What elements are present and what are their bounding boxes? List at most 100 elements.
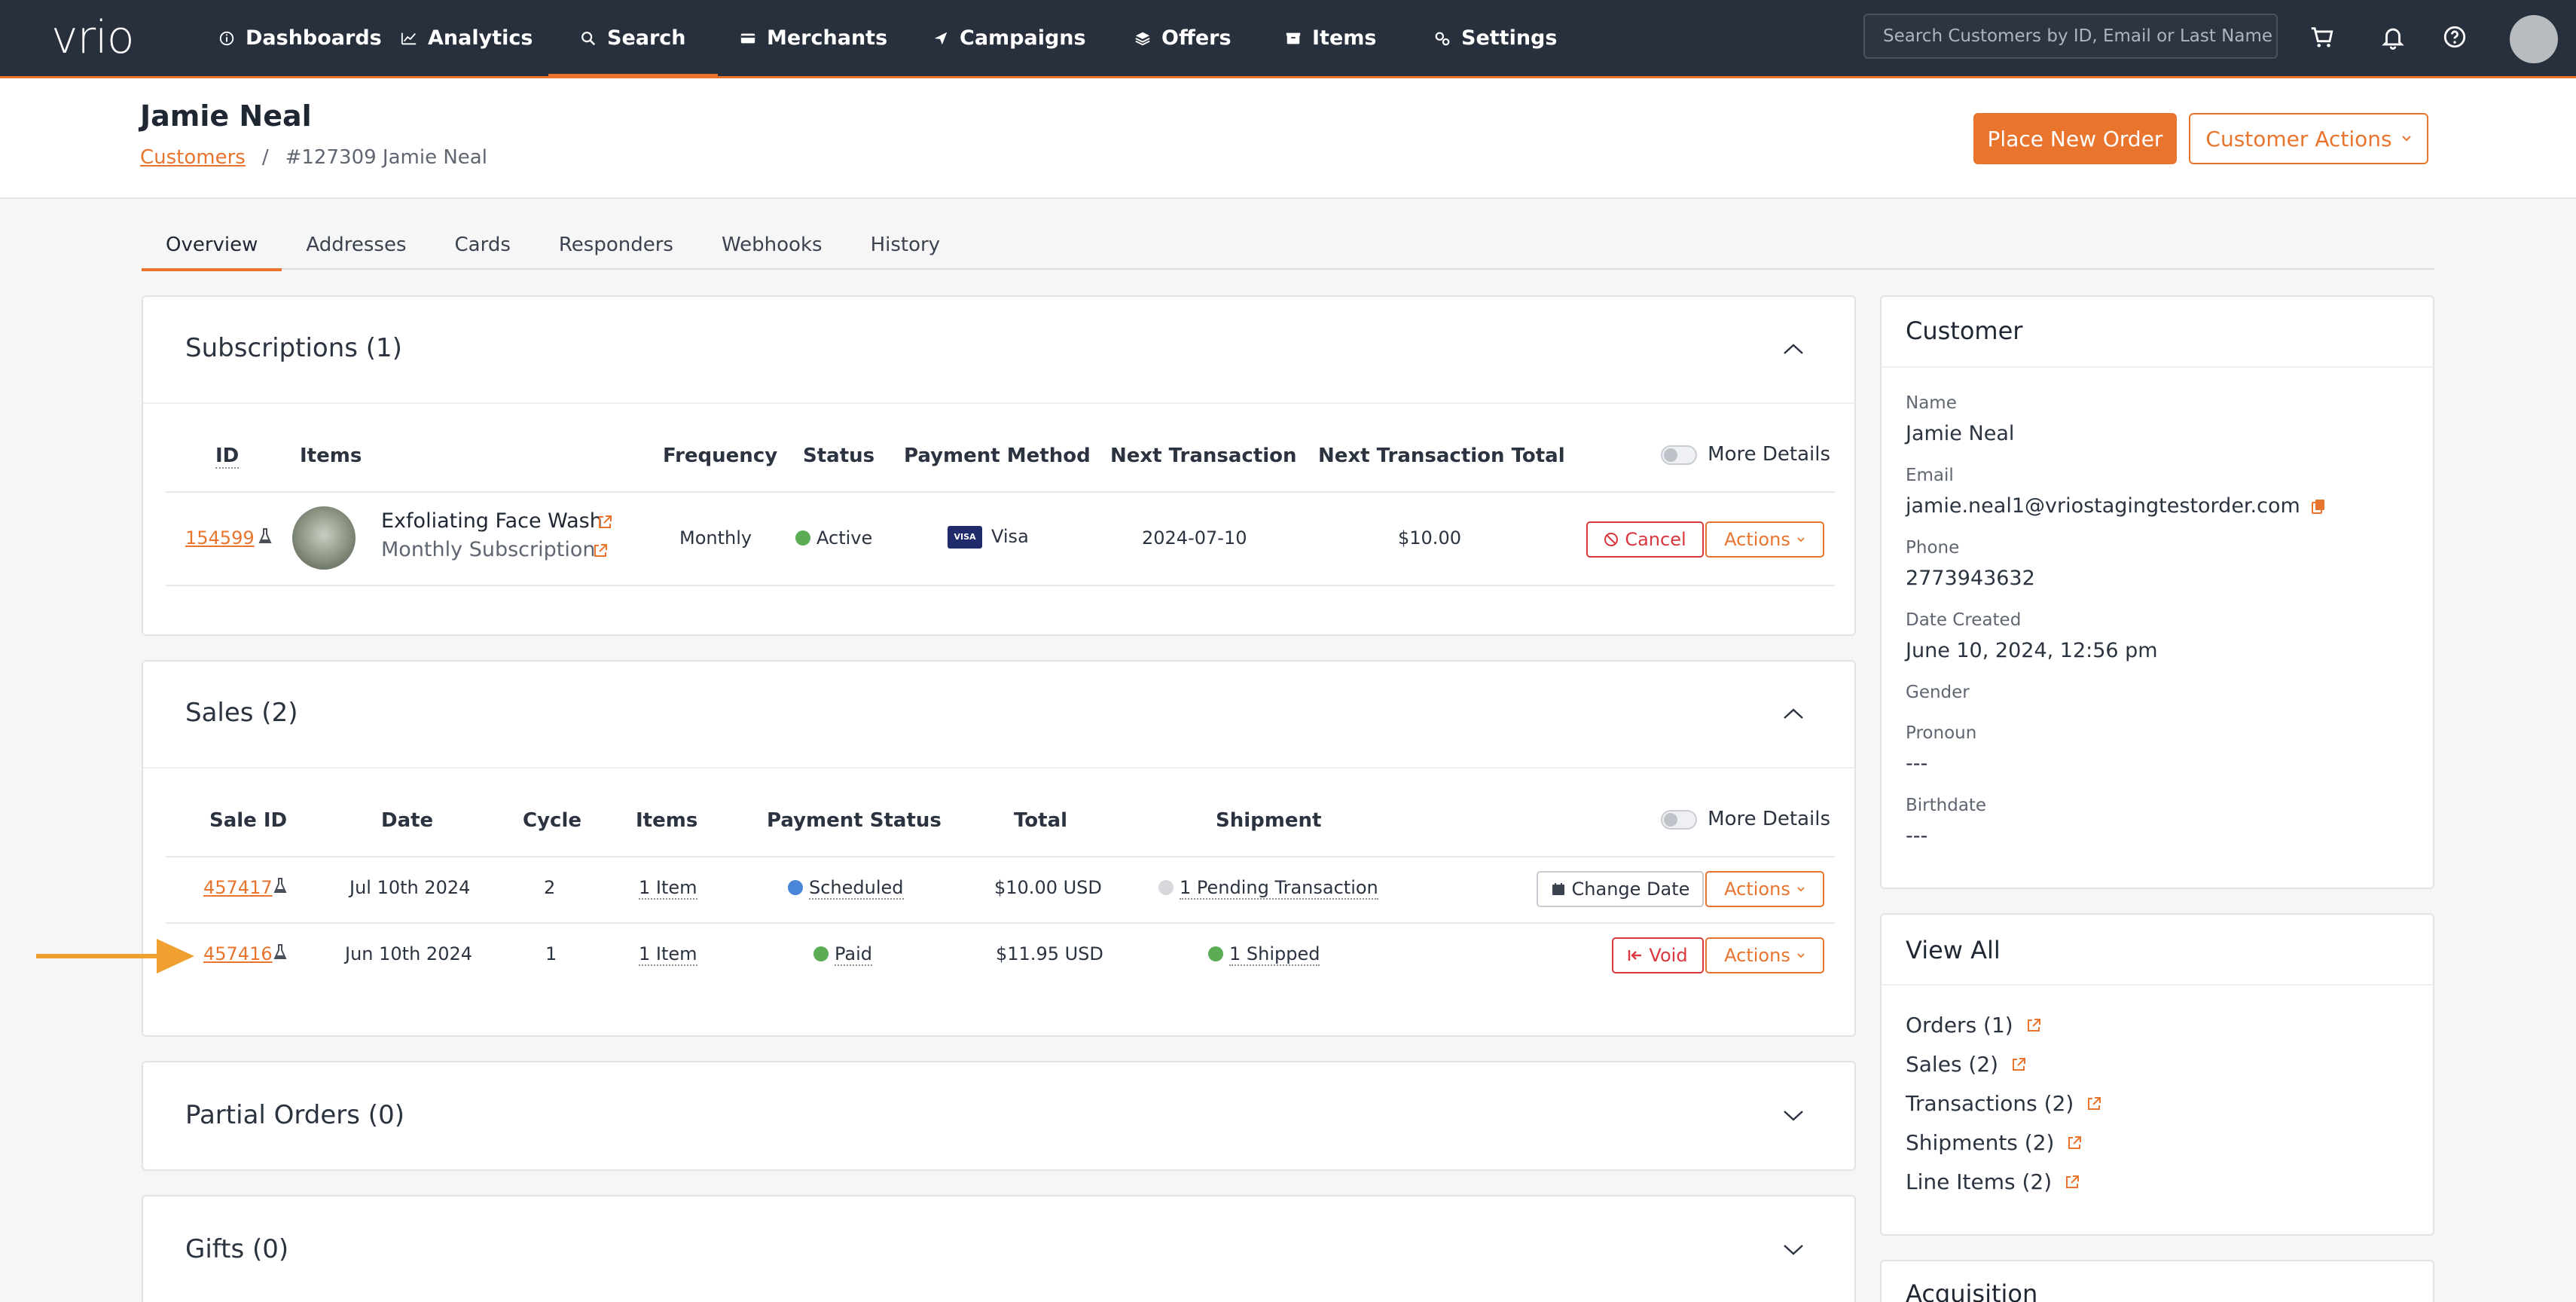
column-header-date: Date: [381, 809, 434, 832]
line-chart-icon: [401, 32, 417, 44]
nav-items[interactable]: Items: [1285, 0, 1376, 76]
tab-history[interactable]: History: [847, 223, 965, 270]
status-dot: [1158, 880, 1174, 895]
chevron-up-icon[interactable]: [1782, 342, 1805, 356]
test-flask-icon: [258, 528, 272, 543]
customer-panel: Customer Name Jamie Neal Email jamie.nea…: [1880, 295, 2434, 889]
column-header-id[interactable]: ID: [215, 445, 240, 469]
top-navigation-bar: vrio Dashboards Analytics Search Merchan…: [0, 0, 2576, 78]
cancel-subscription-button[interactable]: Cancel: [1586, 521, 1704, 558]
view-all-line-items-link[interactable]: Line Items (2): [1906, 1169, 2080, 1194]
payment-method-text: Visa: [991, 526, 1029, 547]
more-details-toggle[interactable]: More Details: [904, 808, 1830, 830]
sale-date: Jun 10th 2024: [345, 943, 472, 964]
place-new-order-button[interactable]: Place New Order: [1973, 113, 2177, 164]
view-all-transactions-link[interactable]: Transactions (2): [1906, 1091, 2102, 1116]
column-header-frequency: Frequency: [663, 445, 778, 467]
partial-orders-card: Partial Orders (0): [142, 1061, 1856, 1171]
subscriptions-title: Subscriptions (1): [185, 333, 402, 363]
customer-search-input[interactable]: Search Customers by ID, Email or Last Na…: [1863, 14, 2278, 59]
chevron-down-icon[interactable]: [1782, 1243, 1805, 1257]
toggle-switch[interactable]: [1661, 445, 1698, 465]
sale-payment-status[interactable]: Paid: [813, 943, 873, 966]
view-all-panel: View All Orders (1) Sales (2) Transactio…: [1880, 913, 2434, 1236]
nav-analytics[interactable]: Analytics: [401, 0, 533, 76]
sale-items[interactable]: 1 Item: [639, 943, 697, 966]
divider: [166, 856, 1835, 857]
cart-icon[interactable]: [2309, 24, 2335, 50]
nav-dashboards[interactable]: Dashboards: [218, 0, 382, 76]
divider: [166, 922, 1835, 924]
tab-responders[interactable]: Responders: [535, 223, 697, 270]
nav-search[interactable]: Search: [548, 0, 718, 78]
actions-label: Actions: [1724, 529, 1790, 550]
column-header-status: Status: [803, 445, 875, 467]
chevron-up-icon[interactable]: [1782, 707, 1805, 720]
subscription-item-subtitle[interactable]: Monthly Subscription: [381, 538, 595, 561]
field-label: Phone: [1906, 538, 1960, 558]
copy-icon[interactable]: [2311, 498, 2326, 515]
chevron-down-icon: [1797, 953, 1805, 958]
box-icon: [1286, 32, 1301, 44]
customer-email: jamie.neal1@vriostagingtestorder.com: [1906, 494, 2326, 518]
sale-shipment[interactable]: 1 Pending Transaction: [1158, 877, 1378, 900]
nav-offers[interactable]: Offers: [1134, 0, 1232, 76]
link-label: Line Items (2): [1906, 1169, 2053, 1194]
sale-shipment[interactable]: 1 Shipped: [1208, 943, 1320, 966]
toggle-switch[interactable]: [1661, 809, 1698, 830]
nav-label: Search: [607, 26, 686, 50]
divider: [1882, 366, 2433, 368]
sale-payment-status[interactable]: Scheduled: [788, 877, 904, 900]
breadcrumb-customers-link[interactable]: Customers: [140, 146, 246, 169]
nav-settings[interactable]: Settings: [1434, 0, 1557, 76]
page-title: Jamie Neal: [140, 99, 312, 133]
link-label: Shipments (2): [1906, 1130, 2055, 1155]
credit-card-icon: [740, 33, 755, 43]
nav-merchants[interactable]: Merchants: [740, 0, 887, 76]
nav-label: Merchants: [767, 26, 888, 50]
subscription-status: Active: [795, 527, 872, 549]
partial-orders-title: Partial Orders (0): [185, 1100, 404, 1130]
sale-date: Jul 10th 2024: [349, 877, 471, 898]
annotation-arrow-icon: [36, 939, 194, 973]
vrio-logo[interactable]: vrio: [51, 15, 135, 60]
external-link-icon[interactable]: [592, 542, 609, 559]
view-all-orders-link[interactable]: Orders (1): [1906, 1013, 2042, 1038]
customer-actions-button[interactable]: Customer Actions: [2189, 113, 2428, 164]
acquisition-panel: Acquisition: [1880, 1260, 2434, 1302]
bell-icon[interactable]: [2380, 24, 2406, 50]
sales-card: Sales (2) Sale ID Date Cycle Items Payme…: [142, 660, 1856, 1037]
chevron-down-icon[interactable]: [1782, 1109, 1805, 1123]
subscription-id-link[interactable]: 154599: [185, 527, 255, 549]
avatar[interactable]: [2510, 15, 2558, 63]
change-date-button[interactable]: Change Date: [1537, 871, 1704, 907]
more-details-toggle[interactable]: More Details: [904, 443, 1830, 466]
tab-overview[interactable]: Overview: [142, 223, 282, 271]
tab-addresses[interactable]: Addresses: [282, 223, 430, 270]
tab-cards[interactable]: Cards: [431, 223, 535, 270]
column-header-cycle: Cycle: [523, 809, 581, 832]
tab-webhooks[interactable]: Webhooks: [697, 223, 847, 270]
more-details-label: More Details: [1708, 808, 1830, 830]
external-link-icon: [2013, 1057, 2026, 1071]
sale-id-link[interactable]: 457416: [203, 943, 273, 964]
subscription-actions-button[interactable]: Actions: [1705, 521, 1824, 558]
external-link-icon[interactable]: [597, 514, 613, 530]
customer-email-value: jamie.neal1@vriostagingtestorder.com: [1906, 494, 2300, 518]
sale-items[interactable]: 1 Item: [639, 877, 697, 900]
sale-actions-button[interactable]: Actions: [1705, 937, 1824, 973]
void-icon: [1628, 950, 1642, 961]
view-all-sales-link[interactable]: Sales (2): [1906, 1052, 2027, 1077]
sale-actions-button[interactable]: Actions: [1705, 871, 1824, 907]
test-flask-icon: [273, 944, 287, 959]
view-all-shipments-link[interactable]: Shipments (2): [1906, 1130, 2083, 1155]
void-button[interactable]: Void: [1612, 937, 1704, 973]
subscription-item-name[interactable]: Exfoliating Face Wash: [381, 509, 603, 533]
help-icon[interactable]: [2442, 24, 2468, 50]
product-thumbnail: [292, 506, 356, 570]
gifts-card: Gifts (0): [142, 1195, 1856, 1302]
field-label: Date Created: [1906, 610, 2022, 630]
chevron-down-icon: [2401, 136, 2411, 142]
sale-id-link[interactable]: 457417: [203, 877, 273, 898]
nav-campaigns[interactable]: Campaigns: [932, 0, 1086, 76]
